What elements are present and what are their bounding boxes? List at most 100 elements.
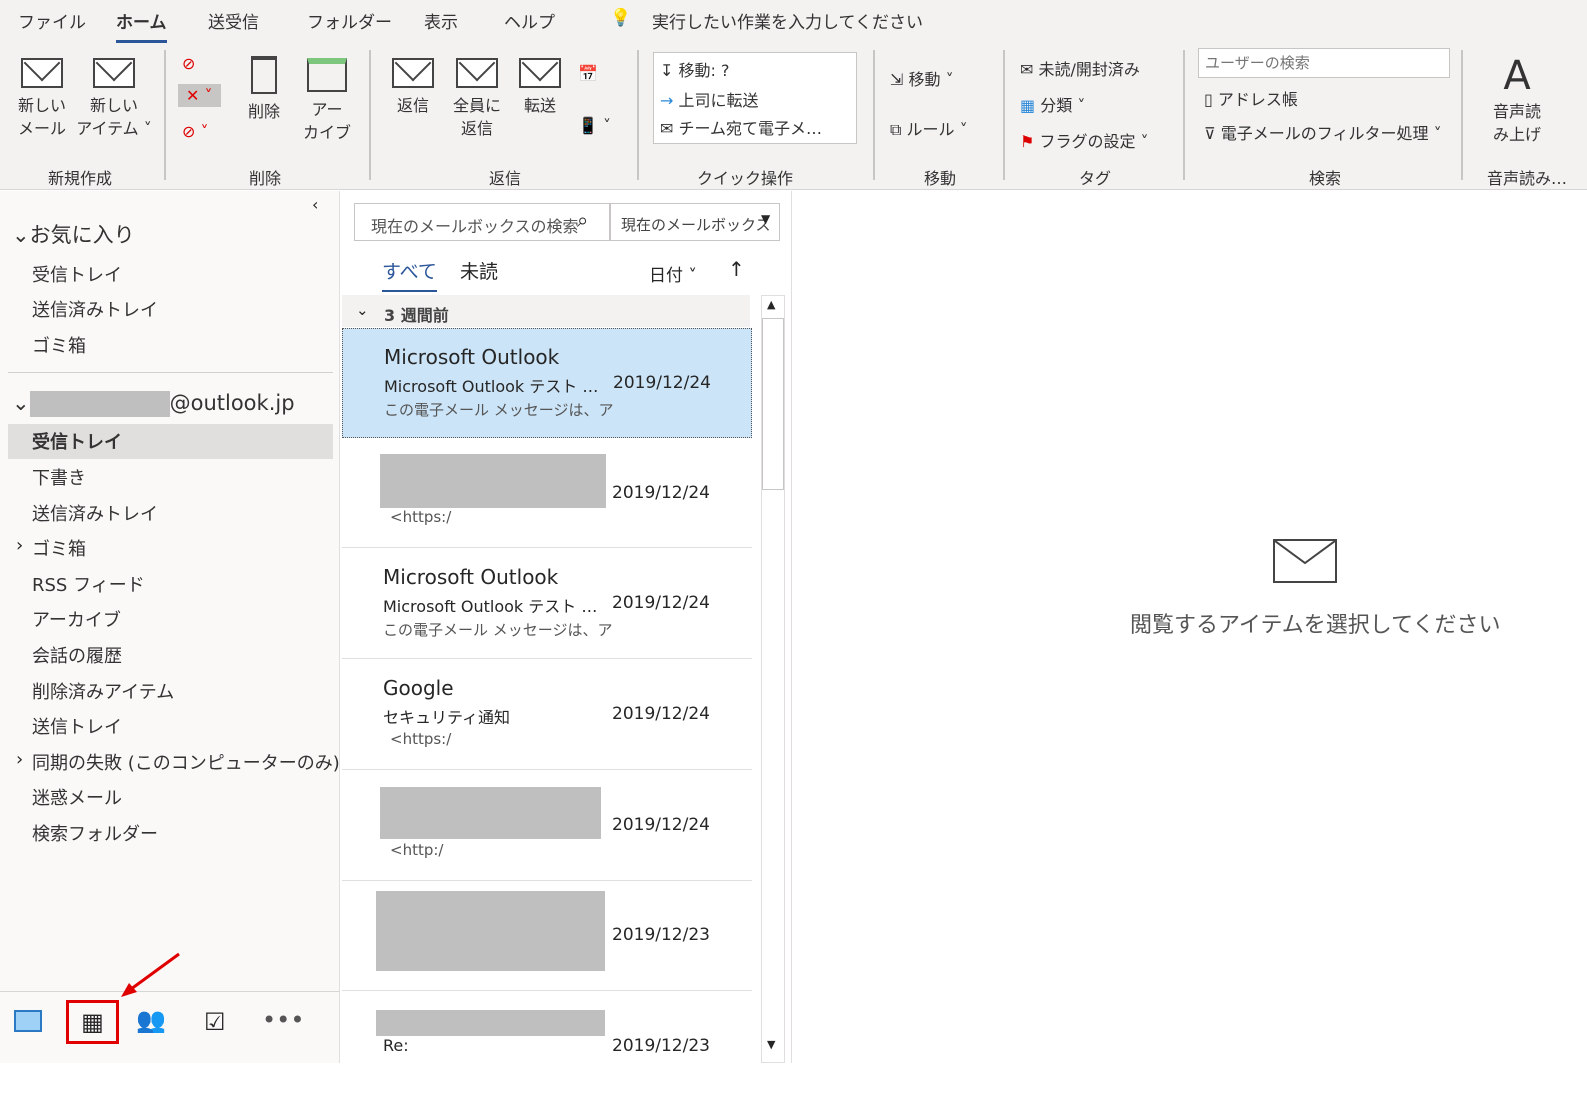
sort-by-date-button[interactable]: 日付 ˅ bbox=[649, 261, 697, 286]
quick-step-move[interactable]: ↧ 移動: ? bbox=[660, 57, 729, 81]
subject: Microsoft Outlook テスト メッセージ bbox=[384, 377, 609, 396]
tab-send-receive[interactable]: 送受信 bbox=[208, 8, 259, 33]
folder-archive[interactable]: アーカイブ bbox=[32, 606, 121, 632]
move-button[interactable]: ⇲ 移動 ˅ bbox=[890, 66, 954, 90]
forward-button[interactable]: 転送 bbox=[516, 58, 564, 117]
folder-rss[interactable]: RSS フィード bbox=[32, 571, 145, 597]
sender: Microsoft Outlook bbox=[384, 345, 560, 369]
folder-conversation-history[interactable]: 会話の履歴 bbox=[32, 642, 122, 668]
filter-email-button[interactable]: ⊽ 電子メールのフィルター処理 ˅ bbox=[1204, 120, 1442, 144]
message-item[interactable]: 2019/12/23 bbox=[342, 881, 752, 991]
red-arrow-annotation bbox=[121, 952, 180, 997]
label: 音声読 bbox=[1492, 102, 1541, 121]
favorites-header[interactable]: ⌄お気に入り bbox=[12, 219, 135, 249]
favorite-sent[interactable]: 送信済みトレイ bbox=[32, 296, 158, 322]
more-respond-icon[interactable]: 📱 ˅ bbox=[578, 116, 611, 135]
tab-home[interactable]: ホーム bbox=[116, 8, 167, 43]
expand-icon[interactable]: › bbox=[16, 535, 23, 556]
label: 電子メールのフィルター処理 bbox=[1220, 124, 1429, 143]
tell-me-box[interactable]: 実行したい作業を入力してください bbox=[652, 8, 923, 33]
folder-sync-issues[interactable]: 同期の失敗 (このコンピューターのみ) bbox=[32, 749, 340, 775]
message-item[interactable]: Google セキュリティ通知 2019/12/24 <https:/ bbox=[342, 660, 752, 770]
categorize-button[interactable]: ▦ 分類 ˅ bbox=[1020, 92, 1085, 116]
people-nav-icon[interactable]: 👥 bbox=[136, 1006, 166, 1034]
scrollbar-thumb[interactable] bbox=[762, 318, 784, 490]
scroll-down-icon[interactable]: ▼ bbox=[767, 1038, 775, 1051]
tasks-nav-icon[interactable]: ☑ bbox=[204, 1008, 226, 1036]
scrollbar[interactable]: ▲ ▼ bbox=[761, 295, 785, 1063]
message-item[interactable]: 2019/12/24 <http:/ bbox=[342, 771, 752, 881]
expand-icon[interactable]: › bbox=[16, 749, 23, 770]
group-label-quick: クイック操作 bbox=[696, 169, 793, 188]
tab-file[interactable]: ファイル bbox=[18, 8, 86, 33]
favorite-inbox[interactable]: 受信トレイ bbox=[32, 261, 122, 287]
folder-search-folders[interactable]: 検索フォルダー bbox=[32, 820, 158, 846]
tab-help[interactable]: ヘルプ bbox=[504, 8, 555, 33]
trash-icon bbox=[251, 56, 277, 94]
date: 2019/12/23 bbox=[612, 1036, 710, 1056]
ignore-icon[interactable]: ⊘ bbox=[182, 54, 195, 73]
label: フラグの設定 bbox=[1039, 132, 1136, 151]
folder-outbox[interactable]: 送信トレイ bbox=[32, 713, 122, 739]
scroll-up-icon[interactable]: ▲ bbox=[767, 298, 775, 311]
more-nav-icon[interactable]: ••• bbox=[262, 1006, 304, 1034]
group-label-tags: タグ bbox=[1078, 169, 1111, 188]
reading-pane: 閲覧するアイテムを選択してください bbox=[795, 191, 1587, 1063]
rules-button[interactable]: ⧉ ルール ˅ bbox=[890, 116, 968, 140]
date: 2019/12/24 bbox=[612, 593, 710, 613]
message-item[interactable]: Microsoft Outlook Microsoft Outlook テスト … bbox=[342, 328, 752, 438]
junk-icon[interactable]: ⊘ ˅ bbox=[182, 122, 209, 141]
message-item[interactable]: Re: 2019/12/23 bbox=[342, 992, 752, 1102]
group-header[interactable]: ⌄ 3 週間前 bbox=[342, 295, 750, 327]
reply-all-button[interactable]: 全員に 返信 bbox=[452, 58, 502, 140]
group-label-delete: 削除 bbox=[248, 169, 281, 188]
label: @outlook.jp bbox=[169, 391, 295, 415]
new-mail-button[interactable]: 新しい メール bbox=[14, 58, 70, 140]
collapse-pane-icon[interactable]: ‹ bbox=[312, 195, 318, 214]
folder-trash[interactable]: ゴミ箱 bbox=[32, 535, 86, 561]
favorite-trash[interactable]: ゴミ箱 bbox=[32, 332, 86, 358]
follow-up-button[interactable]: ⚑ フラグの設定 ˅ bbox=[1020, 128, 1149, 152]
subject: Microsoft Outlook テスト メッセージ bbox=[383, 597, 608, 616]
divider bbox=[1183, 50, 1185, 180]
label: アドレス帳 bbox=[1217, 90, 1298, 109]
mail-search-box[interactable]: 現在のメールボックスの検索 ⌕ bbox=[354, 203, 610, 241]
reply-all-icon bbox=[456, 58, 498, 88]
cleanup-icon[interactable]: ✕ ˅ bbox=[178, 84, 221, 107]
meeting-reply-icon[interactable]: 📅 bbox=[578, 64, 598, 83]
read-aloud-button[interactable]: A 音声読 み上げ bbox=[1484, 52, 1550, 146]
label: 日付 bbox=[649, 266, 683, 286]
label: 未読/開封済み bbox=[1038, 60, 1140, 79]
new-item-button[interactable]: 新しい アイテム ˅ bbox=[76, 58, 152, 140]
sort-direction-icon[interactable]: ↑ bbox=[728, 257, 745, 281]
folder-inbox[interactable]: 受信トレイ bbox=[32, 428, 122, 454]
folder-sent[interactable]: 送信済みトレイ bbox=[32, 500, 158, 526]
address-book-button[interactable]: ▯ アドレス帳 bbox=[1204, 86, 1298, 110]
reply-button[interactable]: 返信 bbox=[390, 58, 436, 117]
delete-button[interactable]: 削除 bbox=[242, 56, 286, 123]
tab-all[interactable]: すべて bbox=[382, 257, 437, 292]
group-label-move: 移動 bbox=[923, 169, 956, 188]
redacted-content bbox=[376, 1010, 605, 1036]
tab-unread[interactable]: 未読 bbox=[460, 257, 498, 284]
search-icon[interactable]: ⌕ bbox=[577, 208, 588, 232]
redacted-account bbox=[29, 391, 170, 417]
mail-nav-icon[interactable] bbox=[14, 1010, 42, 1032]
calendar-nav-icon[interactable]: ▦ bbox=[66, 1000, 119, 1044]
message-item[interactable]: 2019/12/24 <https:/ bbox=[342, 438, 752, 548]
message-item[interactable]: Microsoft Outlook Microsoft Outlook テスト … bbox=[342, 549, 752, 659]
people-search-input[interactable] bbox=[1198, 48, 1450, 78]
folder-deleted-items[interactable]: 削除済みアイテム bbox=[32, 678, 174, 704]
account-header[interactable]: ⌄ @outlook.jp bbox=[12, 391, 295, 417]
folder-junk[interactable]: 迷惑メール bbox=[32, 784, 122, 810]
folder-drafts[interactable]: 下書き bbox=[32, 464, 86, 490]
quick-step-team-email[interactable]: ✉ チーム宛て電子メ… bbox=[660, 115, 822, 139]
search-scope-dropdown[interactable]: 現在のメールボックス ▼ bbox=[610, 203, 780, 241]
tab-folder[interactable]: フォルダー bbox=[307, 8, 392, 33]
unread-read-button[interactable]: ✉ 未読/開封済み bbox=[1020, 56, 1140, 80]
archive-button[interactable]: アー カイブ bbox=[302, 58, 352, 144]
quick-step-to-manager[interactable]: → 上司に転送 bbox=[660, 87, 759, 111]
label: 返信 bbox=[396, 96, 429, 115]
label: アー bbox=[311, 100, 343, 119]
tab-view[interactable]: 表示 bbox=[424, 8, 458, 33]
